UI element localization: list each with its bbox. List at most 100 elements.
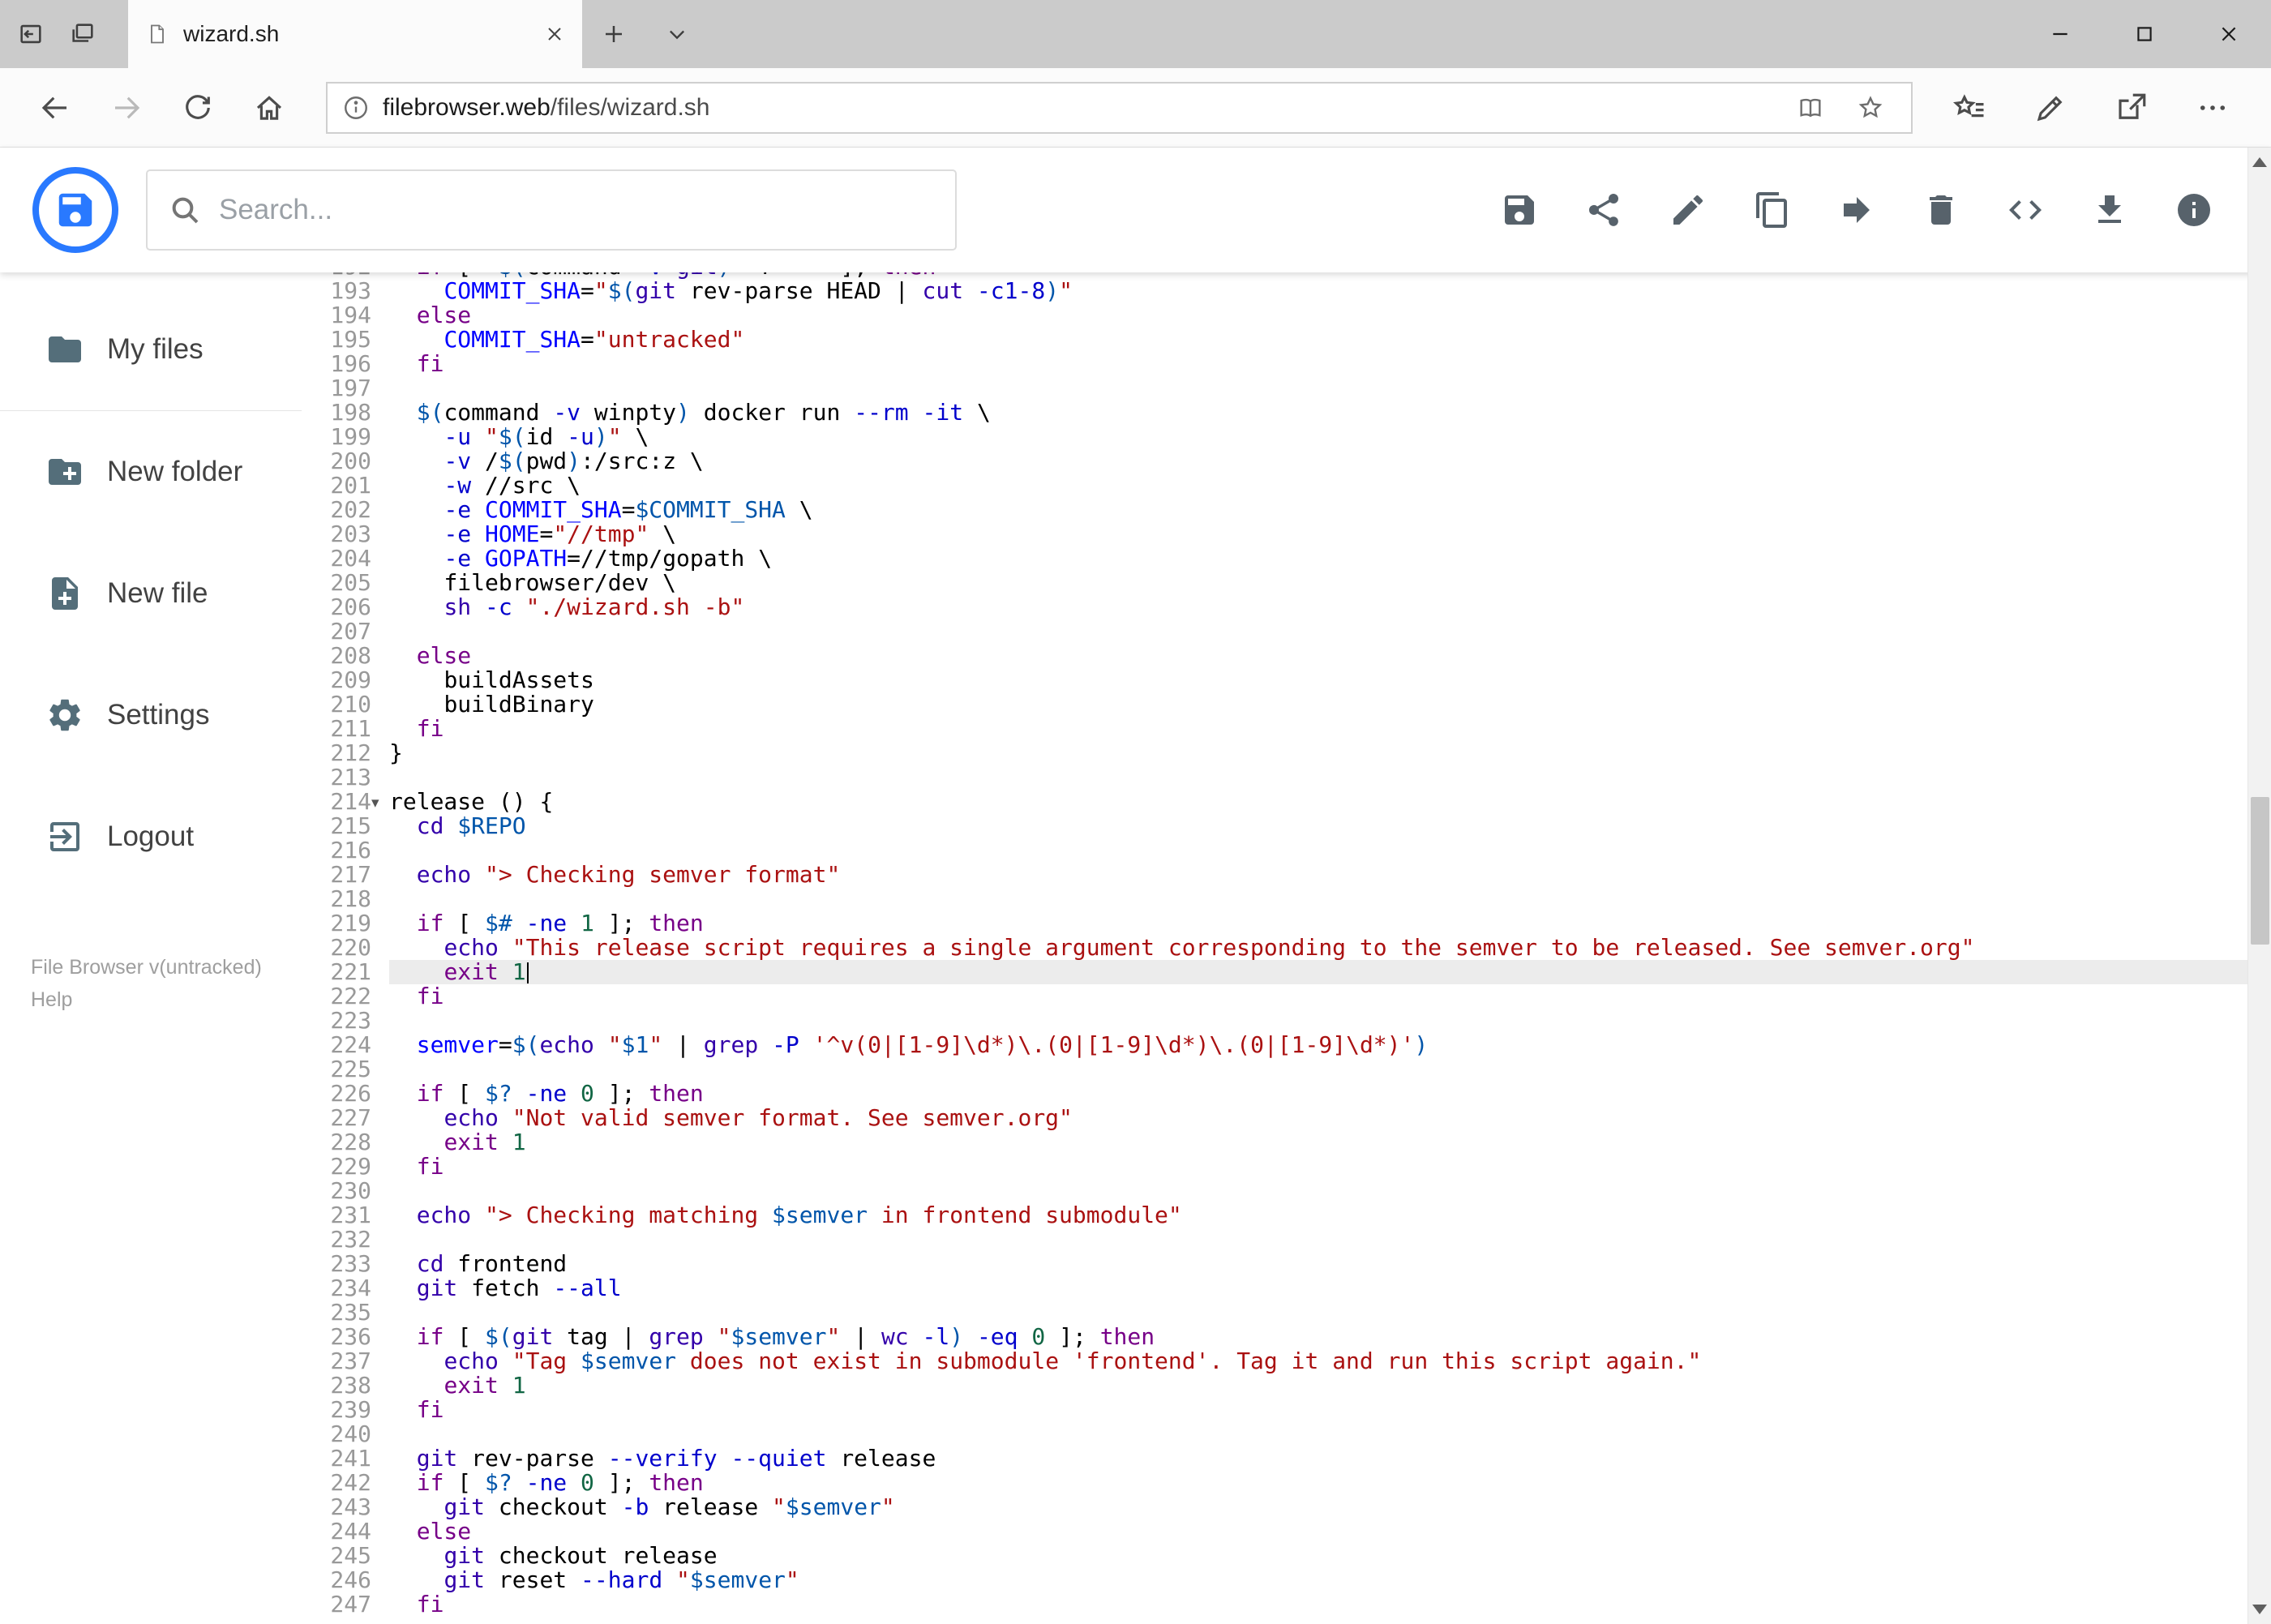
save-button[interactable] — [1499, 190, 1540, 230]
download-button[interactable] — [2089, 190, 2130, 230]
code-line[interactable]: 246 git reset --hard "$semver" — [302, 1568, 2271, 1592]
window-close-button[interactable] — [2187, 0, 2271, 68]
source-code-button[interactable] — [2005, 190, 2046, 230]
code-line[interactable]: 194 else — [302, 303, 2271, 328]
code-line[interactable]: 197 — [302, 376, 2271, 401]
code-line[interactable]: 238 exit 1 — [302, 1373, 2271, 1398]
back-icon[interactable] — [19, 74, 91, 142]
code-line[interactable]: 240 — [302, 1422, 2271, 1446]
code-line[interactable]: 219 if [ $# -ne 1 ]; then — [302, 911, 2271, 936]
code-line[interactable]: 207 — [302, 619, 2271, 644]
code-line[interactable]: 241 git rev-parse --verify --quiet relea… — [302, 1446, 2271, 1471]
rename-button[interactable] — [1668, 190, 1708, 230]
code-line[interactable]: 214 ▾ release () { — [302, 790, 2271, 814]
code-line[interactable]: 210 buildBinary — [302, 692, 2271, 717]
code-line[interactable]: 211 fi — [302, 717, 2271, 741]
code-line[interactable]: 235 — [302, 1300, 2271, 1325]
code-line[interactable]: 213 — [302, 765, 2271, 790]
code-line[interactable]: 231 echo "> Checking matching $semver in… — [302, 1203, 2271, 1228]
sidebar-item-my-files[interactable]: My files — [0, 289, 302, 410]
code-line[interactable]: 230 — [302, 1179, 2271, 1203]
more-options-icon[interactable] — [2177, 74, 2248, 142]
code-line[interactable]: 244 else — [302, 1519, 2271, 1544]
code-line[interactable]: 232 — [302, 1228, 2271, 1252]
copy-button[interactable] — [1752, 190, 1793, 230]
code-line[interactable]: 221 exit 1 — [302, 960, 2271, 984]
search-box[interactable] — [146, 169, 957, 251]
code-line[interactable]: 236 if [ $(git tag | grep "$semver" | wc… — [302, 1325, 2271, 1349]
code-line[interactable]: 205 filebrowser/dev \ — [302, 571, 2271, 595]
code-line[interactable]: 229 fi — [302, 1155, 2271, 1179]
code-line[interactable]: 208 else — [302, 644, 2271, 668]
code-line[interactable]: 209 buildAssets — [302, 668, 2271, 692]
reading-view-icon[interactable] — [1785, 85, 1836, 131]
browser-tab[interactable]: wizard.sh — [128, 0, 582, 68]
code-line[interactable]: 237 echo "Tag $semver does not exist in … — [302, 1349, 2271, 1373]
code-line[interactable]: 203 -e HOME="//tmp" \ — [302, 522, 2271, 546]
share-button[interactable] — [1583, 190, 1624, 230]
scrollbar-thumb[interactable] — [2251, 797, 2269, 945]
code-line[interactable]: 242 if [ $? -ne 0 ]; then — [302, 1471, 2271, 1495]
code-line[interactable]: 204 -e GOPATH=//tmp/gopath \ — [302, 546, 2271, 571]
page-scrollbar[interactable] — [2247, 148, 2271, 1624]
sidebar-item-new-file[interactable]: New file — [0, 533, 302, 654]
favorite-star-icon[interactable] — [1845, 85, 1896, 131]
sidebar-item-logout[interactable]: Logout — [0, 776, 302, 898]
scrollbar-up-arrow-icon[interactable] — [2252, 157, 2267, 167]
sidebar-item-new-folder[interactable]: New folder — [0, 411, 302, 533]
code-line[interactable]: 206 sh -c "./wizard.sh -b" — [302, 595, 2271, 619]
refresh-icon[interactable] — [162, 74, 234, 142]
code-line[interactable]: 243 git checkout -b release "$semver" — [302, 1495, 2271, 1519]
hub-favorites-icon[interactable] — [1934, 74, 2005, 142]
tabs-you-set-aside-icon[interactable] — [60, 11, 105, 57]
tab-preview-chevron-icon[interactable] — [645, 0, 709, 68]
new-tab-button[interactable] — [582, 0, 645, 68]
code-line[interactable]: 202 -e COMMIT_SHA=$COMMIT_SHA \ — [302, 498, 2271, 522]
code-line[interactable]: 225 — [302, 1057, 2271, 1082]
code-line[interactable]: 201 -w //src \ — [302, 473, 2271, 498]
code-line[interactable]: 227 echo "Not valid semver format. See s… — [302, 1106, 2271, 1130]
code-line[interactable]: 218 — [302, 887, 2271, 911]
code-line[interactable]: 233 cd frontend — [302, 1252, 2271, 1276]
app-logo[interactable] — [32, 167, 118, 253]
page-info-icon[interactable] — [342, 94, 370, 122]
home-icon[interactable] — [234, 74, 305, 142]
code-line[interactable]: 226 if [ $? -ne 0 ]; then — [302, 1082, 2271, 1106]
window-minimize-button[interactable] — [2018, 0, 2102, 68]
code-line[interactable]: 228 exit 1 — [302, 1130, 2271, 1155]
code-line[interactable]: 212} — [302, 741, 2271, 765]
tab-close-icon[interactable] — [545, 24, 564, 44]
code-line[interactable]: 200 -v /$(pwd):/src:z \ — [302, 449, 2271, 473]
code-line[interactable]: 222 fi — [302, 984, 2271, 1009]
delete-button[interactable] — [1921, 190, 1961, 230]
code-editor[interactable]: 192 if [ "$(command -v git)" != "" ]; th… — [302, 272, 2271, 1624]
code-line[interactable]: 239 fi — [302, 1398, 2271, 1422]
code-line[interactable]: 199 -u "$(id -u)" \ — [302, 425, 2271, 449]
code-line[interactable]: 216 — [302, 838, 2271, 863]
code-line[interactable]: 223 — [302, 1009, 2271, 1033]
scrollbar-down-arrow-icon[interactable] — [2252, 1605, 2267, 1614]
code-line[interactable]: 217 echo "> Checking semver format" — [302, 863, 2271, 887]
search-input[interactable] — [219, 194, 934, 226]
move-button[interactable] — [1836, 190, 1877, 230]
fold-marker-icon[interactable]: ▾ — [371, 791, 389, 815]
code-line[interactable]: 247 fi — [302, 1592, 2271, 1617]
set-tabs-aside-icon[interactable] — [8, 11, 54, 57]
window-maximize-button[interactable] — [2102, 0, 2187, 68]
code-text: echo "This release script requires a sin… — [443, 934, 1975, 961]
code-line[interactable]: 220 echo "This release script requires a… — [302, 936, 2271, 960]
code-line[interactable]: 195 COMMIT_SHA="untracked" — [302, 328, 2271, 352]
code-line[interactable]: 193 COMMIT_SHA="$(git rev-parse HEAD | c… — [302, 279, 2271, 303]
help-link[interactable]: Help — [31, 983, 302, 1016]
address-bar[interactable]: filebrowser.web/files/wizard.sh — [326, 81, 1913, 134]
code-line[interactable]: 224 semver=$(echo "$1" | grep -P '^v(0|[… — [302, 1033, 2271, 1057]
info-button[interactable] — [2174, 190, 2214, 230]
code-line[interactable]: 198 $(command -v winpty) docker run --rm… — [302, 401, 2271, 425]
code-line[interactable]: 234 git fetch --all — [302, 1276, 2271, 1300]
sidebar-item-settings[interactable]: Settings — [0, 654, 302, 776]
code-line[interactable]: 215 cd $REPO — [302, 814, 2271, 838]
web-note-pen-icon[interactable] — [2015, 74, 2086, 142]
code-line[interactable]: 196 fi — [302, 352, 2271, 376]
code-line[interactable]: 245 git checkout release — [302, 1544, 2271, 1568]
share-icon[interactable] — [2096, 74, 2167, 142]
